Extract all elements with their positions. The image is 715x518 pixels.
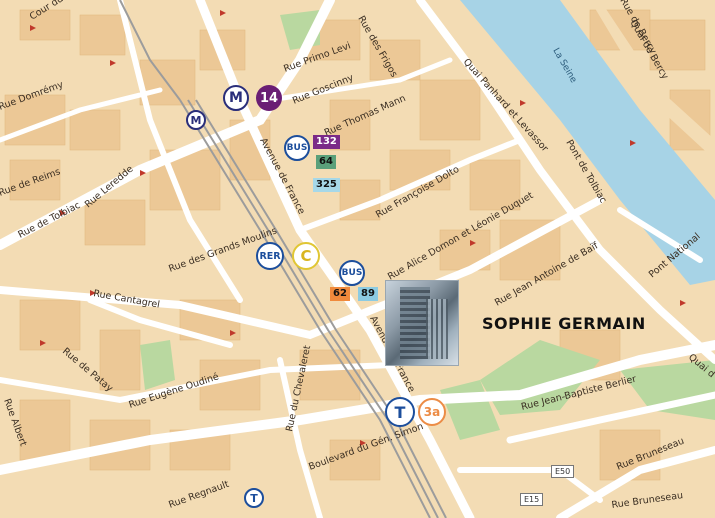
building-photo[interactable]: [386, 281, 458, 365]
map-layers: Rue de Tolbiac Rue Primo Levi Rue Thomas…: [0, 0, 715, 518]
poi-label[interactable]: SOPHIE GERMAIN: [482, 314, 646, 333]
tram-small-icon[interactable]: T: [244, 488, 264, 508]
bus-line-62[interactable]: 62: [330, 287, 350, 301]
bus-line-132[interactable]: 132: [313, 135, 340, 149]
bus-line-325[interactable]: 325: [313, 178, 340, 192]
bus-line-89[interactable]: 89: [358, 287, 378, 301]
metro-small-icon[interactable]: M: [186, 110, 206, 130]
tram-line-3a-icon[interactable]: 3a: [418, 398, 446, 426]
metro-line-14-icon[interactable]: 14: [256, 85, 282, 111]
map-canvas[interactable]: Rue de Tolbiac Rue Primo Levi Rue Thomas…: [0, 0, 715, 518]
bus-icon[interactable]: BUS: [284, 135, 310, 161]
rer-line-c-icon[interactable]: C: [292, 242, 320, 270]
tram-icon[interactable]: T: [385, 397, 415, 427]
metro-icon[interactable]: M: [223, 85, 249, 111]
road-ref-e50: E50: [551, 465, 575, 478]
bus-icon-south[interactable]: BUS: [339, 260, 365, 286]
bus-line-64[interactable]: 64: [316, 155, 336, 169]
road-ref-e15: E15: [520, 493, 544, 506]
rer-icon[interactable]: RER: [256, 242, 284, 270]
